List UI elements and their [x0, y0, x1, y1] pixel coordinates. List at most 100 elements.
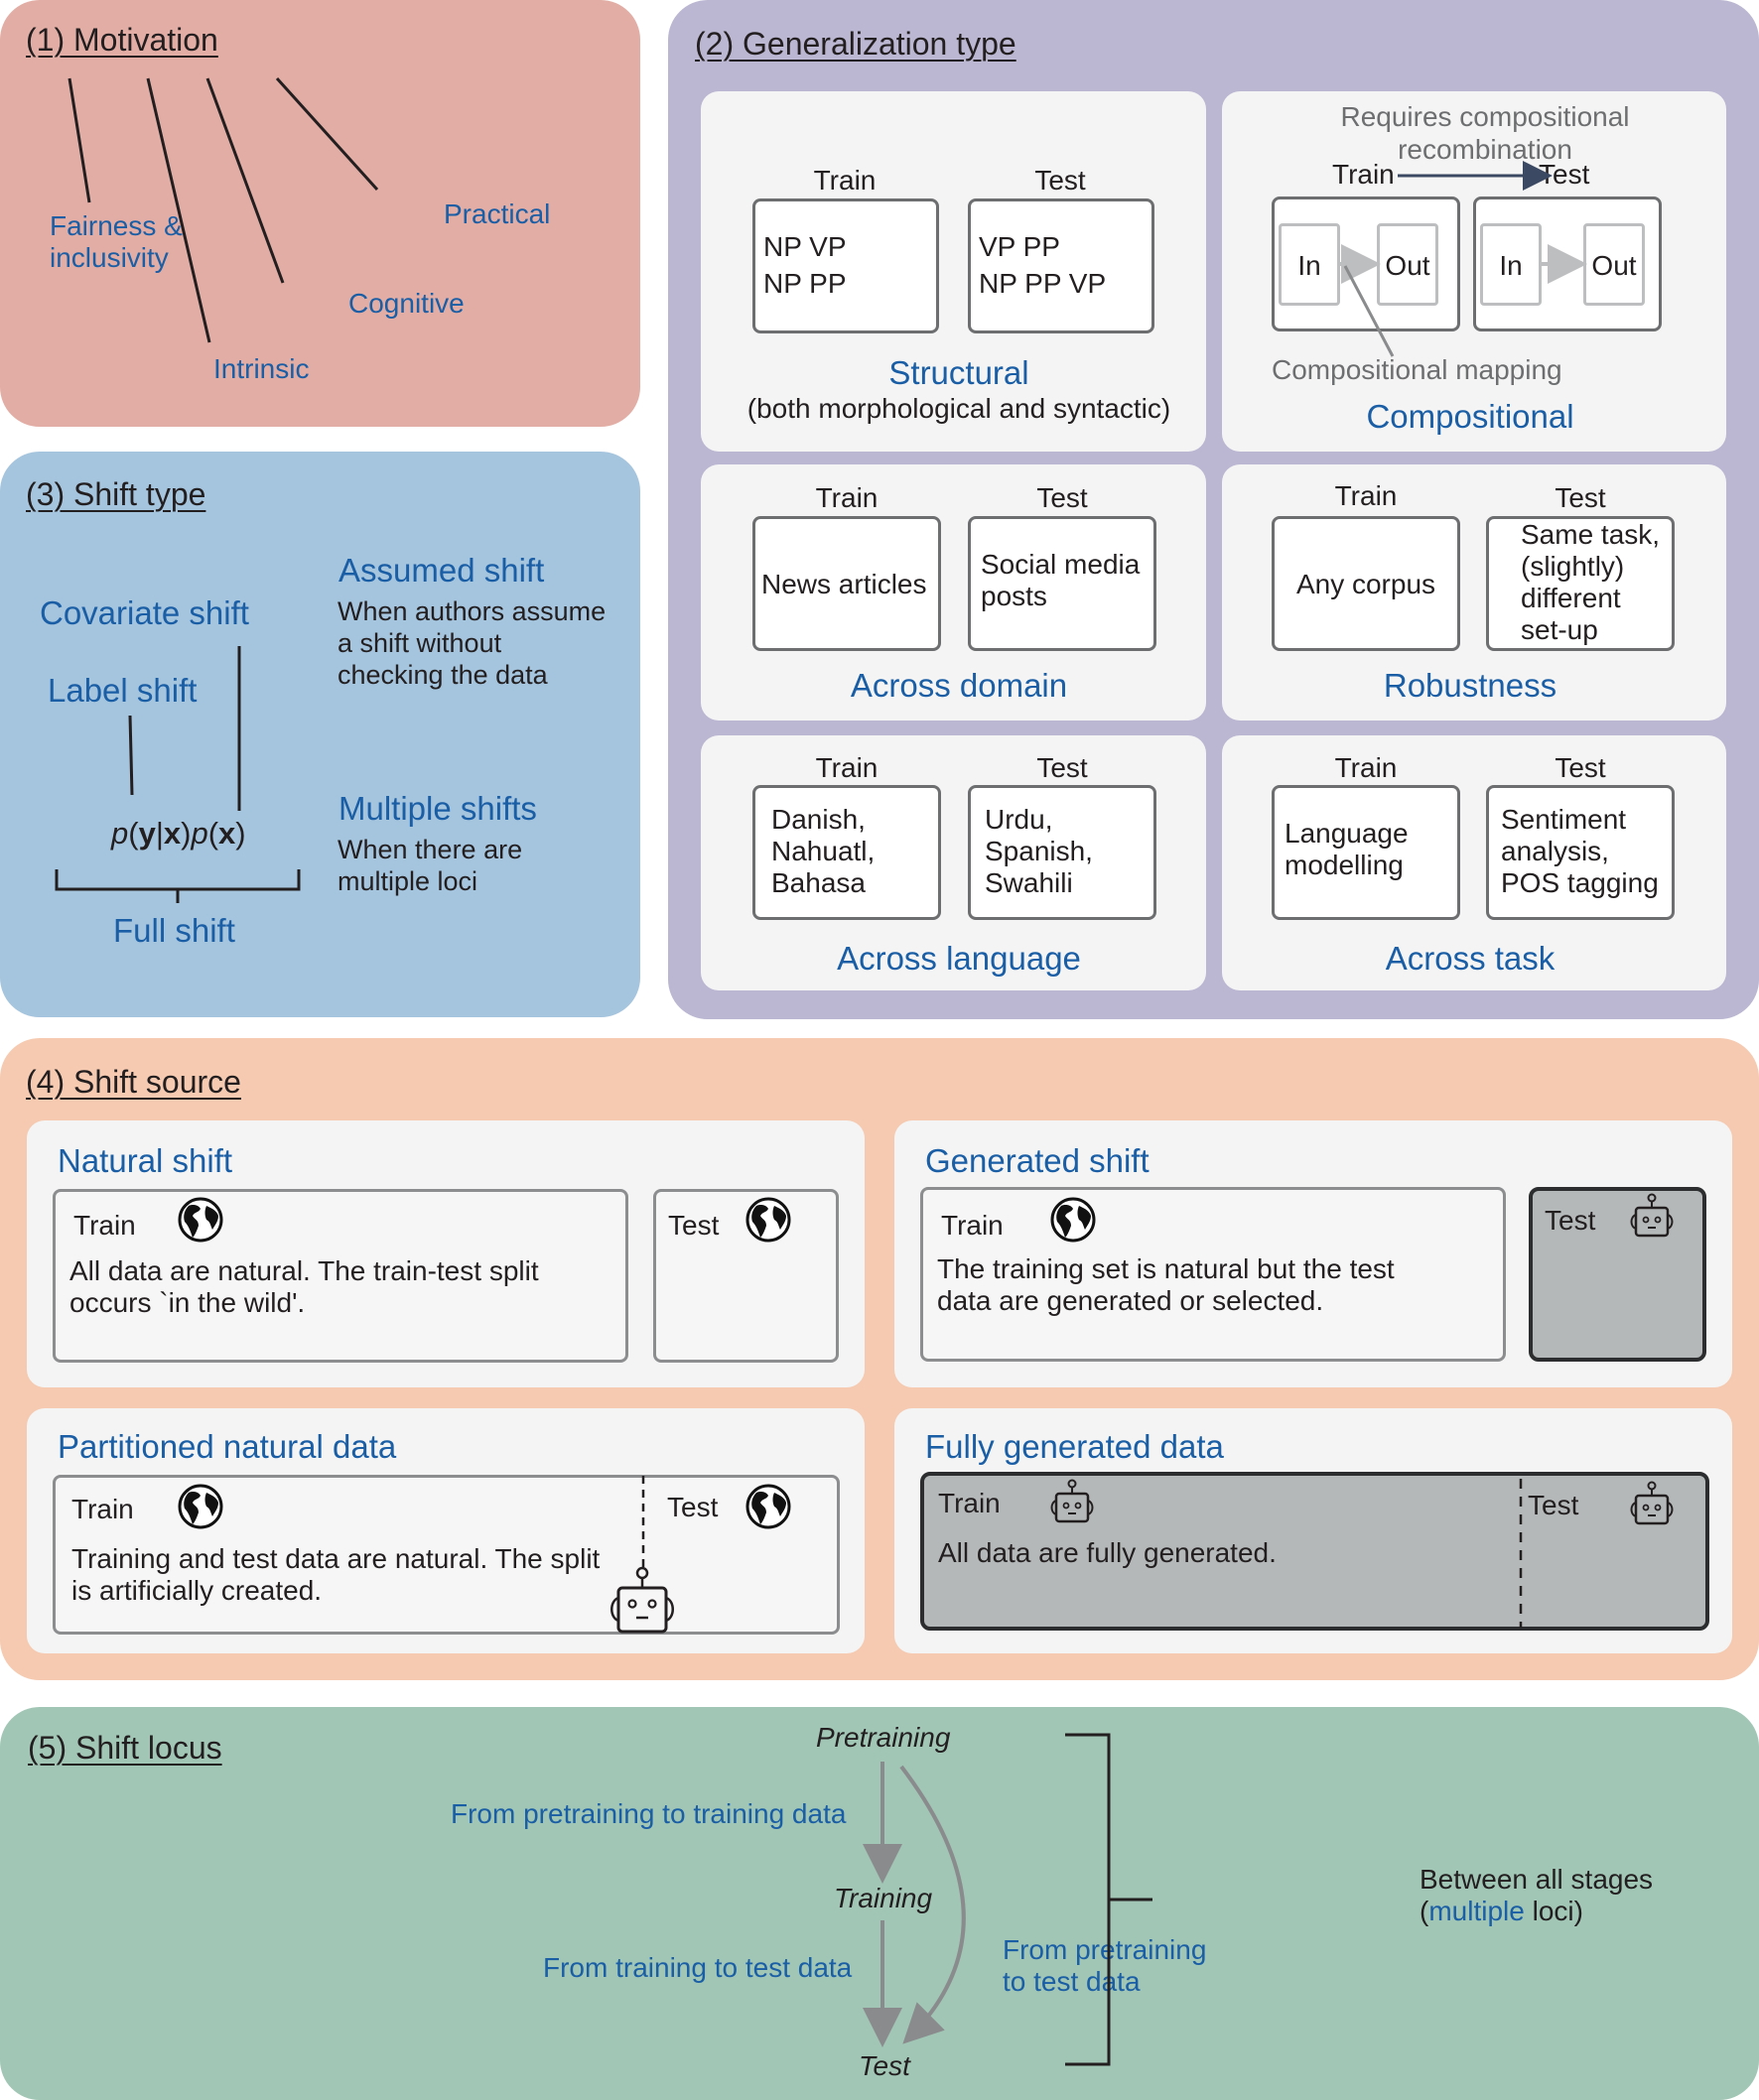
formula-paren: (	[207, 816, 219, 851]
robot-icon	[610, 1566, 674, 1634]
globe-icon	[178, 1484, 223, 1529]
paren: (	[1420, 1896, 1429, 1926]
natural-test-label: Test	[668, 1210, 720, 1241]
partitioned-desc-line: Training and test data are natural. The …	[71, 1543, 601, 1574]
across-language-title: Across language	[837, 940, 1081, 977]
across-language-train-line: Bahasa	[771, 867, 866, 898]
partitioned-test-label: Test	[667, 1492, 719, 1522]
generated-test-label: Test	[1545, 1205, 1596, 1236]
fully-generated-test-label: Test	[1528, 1490, 1579, 1520]
globe-icon	[1050, 1197, 1096, 1243]
compositional-train-in-box: In	[1279, 223, 1340, 306]
robot-icon	[1050, 1479, 1094, 1523]
across-task-test-line: analysis,	[1501, 836, 1609, 866]
robustness-test-line: different	[1521, 583, 1621, 613]
partitioned-desc-line: is artificially created.	[71, 1575, 323, 1606]
generated-desc-line: The training set is natural but the test	[937, 1253, 1395, 1284]
across-domain-test-line: posts	[981, 581, 1047, 611]
shift-locus-heading: (5) Shift locus	[28, 1730, 222, 1766]
natural-desc-line: All data are natural. The train-test spl…	[69, 1255, 539, 1286]
assumed-shift-desc: When authors assume	[338, 596, 607, 626]
fully-generated-desc: All data are fully generated.	[938, 1537, 1277, 1568]
globe-icon	[745, 1484, 791, 1529]
natural-desc-line: occurs `in the wild'.	[69, 1287, 306, 1318]
natural-train-box: Train All data are natural. The train-te…	[53, 1189, 628, 1363]
across-domain-test-label: Test	[1036, 482, 1088, 513]
generated-train-label: Train	[941, 1210, 1004, 1241]
across-domain-test-box: Social media posts	[968, 516, 1156, 651]
full-shift-label: Full shift	[113, 912, 235, 949]
partitioned-title: Partitioned natural data	[58, 1428, 397, 1465]
across-language-test-box: Urdu, Spanish, Swahili	[968, 785, 1156, 920]
across-domain-title: Across domain	[850, 667, 1068, 704]
formula-p: p	[111, 816, 129, 851]
multiple-shifts-title: Multiple shifts	[338, 790, 537, 827]
compositional-train-label: Train	[1332, 159, 1395, 190]
motivation-intrinsic: Intrinsic	[213, 353, 310, 384]
robustness-test-line: (slightly)	[1521, 551, 1625, 582]
across-task-train-box: Language modelling	[1272, 785, 1460, 920]
compositional-note-line2: recombination	[1398, 134, 1572, 165]
pretraining-to-test-label: to test data	[1003, 1966, 1141, 1997]
shift-type-panel	[0, 452, 640, 1017]
across-task-train-line: Language	[1285, 818, 1409, 849]
natural-shift-title: Natural shift	[58, 1142, 233, 1179]
robustness-test-box: Same task, (slightly) different set-up	[1486, 516, 1675, 651]
joint-distribution-formula: p(y|x)p(x)	[111, 816, 246, 852]
formula-y: y	[138, 816, 156, 851]
formula-p: p	[191, 816, 208, 851]
robustness-test-label: Test	[1555, 482, 1606, 513]
robot-icon	[1630, 1193, 1674, 1238]
structural-train-box: NP VP NP PP	[752, 198, 939, 333]
compositional-in-label: In	[1499, 250, 1523, 281]
motivation-heading: (1) Motivation	[26, 22, 218, 58]
across-task-title: Across task	[1385, 940, 1556, 977]
robustness-test-line: Same task,	[1521, 519, 1661, 550]
generalization-type-heading: (2) Generalization type	[695, 26, 1016, 62]
structural-subtitle: (both morphological and syntactic)	[746, 393, 1171, 424]
fully-generated-box: Train Test All data are fully generated.	[920, 1472, 1709, 1631]
robot-icon	[1630, 1481, 1674, 1525]
partitioned-train-label: Train	[71, 1494, 134, 1524]
shift-source-heading: (4) Shift source	[26, 1064, 241, 1100]
between-all-stages-label: Between all stages	[1420, 1864, 1654, 1895]
training-to-test-label: From training to test data	[543, 1952, 853, 1983]
compositional-train-out-box: Out	[1377, 223, 1438, 306]
natural-train-label: Train	[73, 1210, 136, 1241]
generated-test-box: Test	[1529, 1187, 1706, 1362]
across-language-test-label: Test	[1036, 752, 1088, 783]
multiple-shifts-desc: multiple loci	[338, 866, 478, 896]
robustness-title: Robustness	[1383, 667, 1557, 704]
robustness-train-label: Train	[1334, 480, 1398, 511]
stage-test: Test	[859, 2050, 910, 2081]
globe-icon	[745, 1197, 791, 1243]
formula-paren: (	[128, 816, 139, 851]
across-language-train-label: Train	[815, 752, 879, 783]
shift-type-heading: (3) Shift type	[26, 476, 206, 512]
fully-generated-train-label: Train	[938, 1488, 1001, 1518]
compositional-test-label: Test	[1539, 159, 1590, 190]
across-domain-train-box: News articles	[752, 516, 941, 651]
structural-test-line: NP PP VP	[979, 268, 1107, 299]
compositional-note-line1: Requires compositional	[1340, 101, 1630, 132]
assumed-shift-desc: checking the data	[338, 660, 548, 690]
structural-test-box: VP PP NP PP VP	[968, 198, 1154, 333]
across-language-train-line: Danish,	[771, 804, 866, 835]
pretraining-to-test-label: From pretraining	[1003, 1934, 1207, 1965]
formula-x: x	[163, 816, 182, 851]
partitioned-box: Train Test Training and test data are na…	[53, 1475, 840, 1635]
formula-paren: )	[181, 816, 192, 851]
compositional-mapping-label: Compositional mapping	[1272, 354, 1562, 385]
robustness-train-text: Any corpus	[1295, 569, 1436, 599]
formula-paren: )	[235, 816, 246, 851]
generated-train-box: Train The training set is natural but th…	[920, 1187, 1506, 1362]
multiple-loci-label: (multiple loci)	[1420, 1896, 1583, 1927]
multiple-word: multiple	[1428, 1896, 1525, 1926]
across-domain-train-text: News articles	[761, 569, 927, 599]
robustness-test-line: set-up	[1521, 614, 1598, 645]
label-shift-label: Label shift	[48, 672, 198, 709]
structural-train-line: NP PP	[763, 268, 847, 299]
formula-bar: |	[155, 816, 164, 851]
across-task-train-label: Train	[1334, 752, 1398, 783]
across-domain-test-line: Social media	[981, 549, 1141, 580]
